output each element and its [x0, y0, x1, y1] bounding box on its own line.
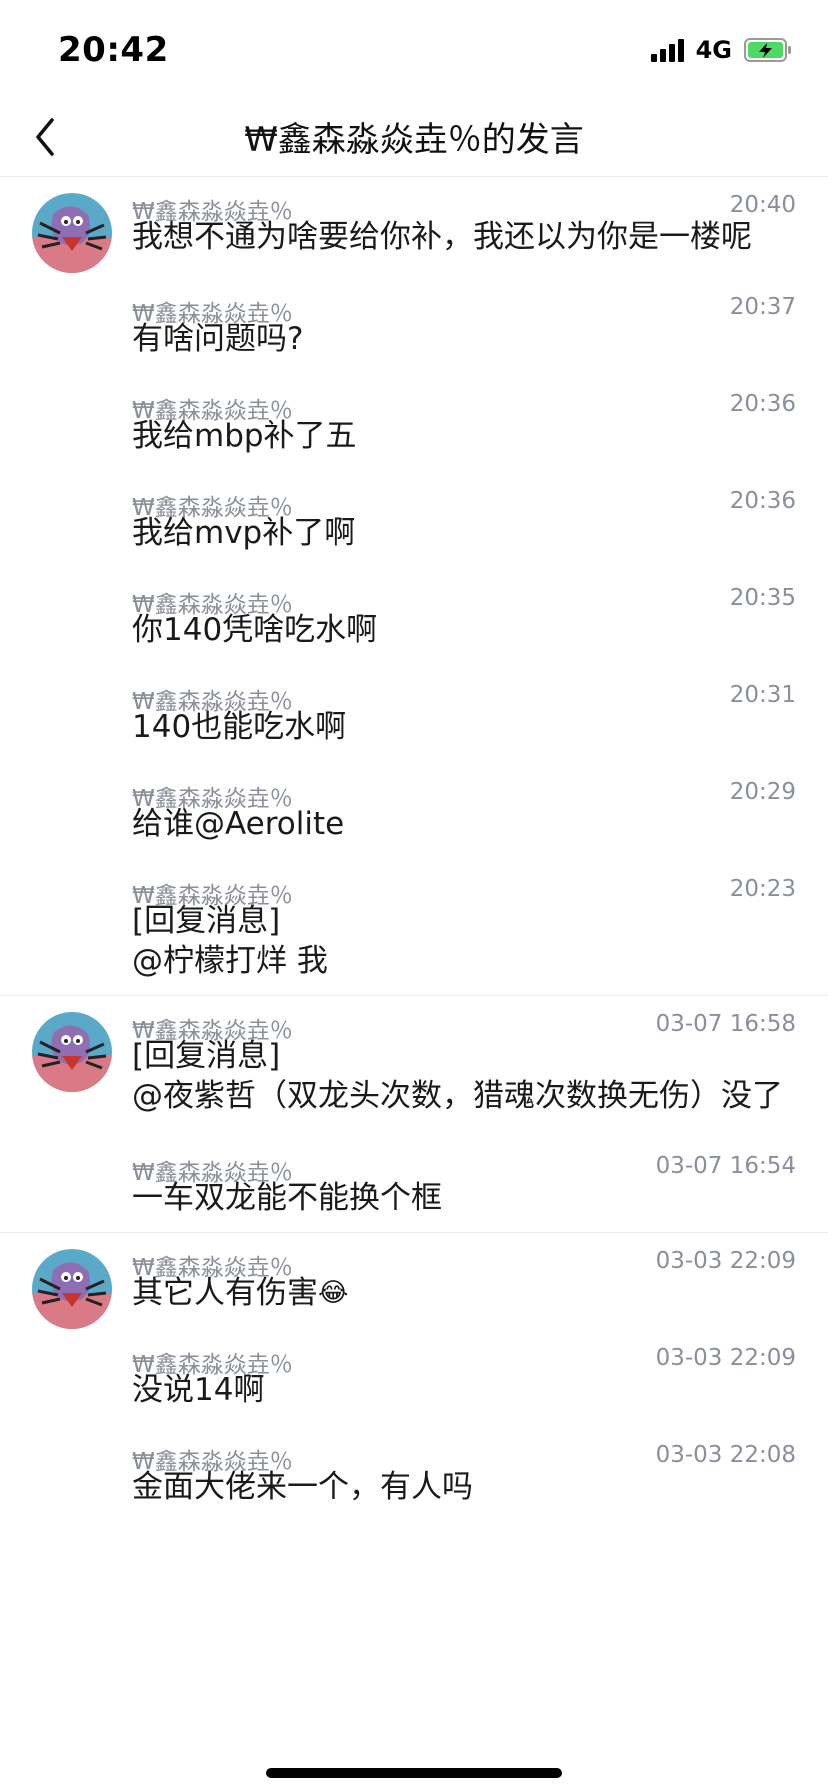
- avatar[interactable]: [32, 1249, 112, 1329]
- cellular-signal-icon: [650, 38, 684, 62]
- message-time: 20:40: [729, 192, 796, 218]
- message-author: ₩鑫森淼焱垚％: [132, 883, 293, 909]
- message-time: 03-07 16:54: [655, 1153, 796, 1179]
- message-item[interactable]: ₩鑫森淼焱垚％ 03-03 22:09 其它人有伤害😂: [132, 1233, 796, 1330]
- message-time: 03-03 22:09: [655, 1345, 796, 1371]
- status-time: 20:42: [58, 30, 169, 70]
- message-time: 20:29: [729, 779, 796, 805]
- message-author: ₩鑫森淼焱垚％: [132, 689, 293, 715]
- nav-header: ₩鑫森淼焱垚％的发言: [0, 100, 828, 177]
- message-item[interactable]: ₩鑫森淼焱垚％ 03-03 22:08 金面大佬来一个，有人吗: [132, 1427, 796, 1507]
- message-time: 03-03 22:08: [655, 1442, 796, 1468]
- message-time: 20:23: [729, 876, 796, 902]
- message-item[interactable]: ₩鑫森淼焱垚％ 03-03 22:09 没说14啊: [132, 1330, 796, 1427]
- message-text: [回复消息] @夜紫哲（双龙头次数，猎魂次数换无伤）没了: [132, 1038, 783, 1114]
- avatar-image-icon: [32, 193, 112, 273]
- message-author: ₩鑫森淼焱垚％: [132, 301, 293, 327]
- avatar-image-icon: [32, 1012, 112, 1092]
- message-time: 20:37: [729, 294, 796, 320]
- status-bar: 20:42 4G: [0, 0, 828, 100]
- status-indicators: 4G: [650, 36, 792, 64]
- message-author: ₩鑫森淼焱垚％: [132, 398, 293, 424]
- message-author: ₩鑫森淼焱垚％: [132, 495, 293, 521]
- message-author: ₩鑫森淼焱垚％: [132, 1018, 293, 1044]
- message-time: 03-03 22:09: [655, 1248, 796, 1274]
- message-item[interactable]: ₩鑫森淼焱垚％ 20:29 给谁@Aerolite: [132, 764, 796, 861]
- message-time: 20:31: [729, 682, 796, 708]
- network-type-label: 4G: [695, 36, 732, 64]
- message-author: ₩鑫森淼焱垚％: [132, 1449, 293, 1475]
- message-time: 03-07 16:58: [655, 1011, 796, 1037]
- home-indicator[interactable]: [266, 1768, 562, 1778]
- laughing-tears-emoji-icon: 😂: [318, 1278, 349, 1308]
- message-author: ₩鑫森淼焱垚％: [132, 199, 293, 225]
- message-list[interactable]: ₩鑫森淼焱垚％ 20:40 我想不通为啥要给你补，我还以为你是一楼呢 ₩鑫森淼焱垚…: [0, 177, 828, 1507]
- message-group: ₩鑫森淼焱垚％ 20:40 我想不通为啥要给你补，我还以为你是一楼呢 ₩鑫森淼焱垚…: [0, 177, 828, 996]
- message-author: ₩鑫森淼焱垚％: [132, 592, 293, 618]
- battery-charging-icon: [744, 38, 791, 62]
- message-author: ₩鑫森淼焱垚％: [132, 1352, 293, 1378]
- page-title: ₩鑫森淼焱垚％的发言: [244, 120, 584, 160]
- message-text: [回复消息] @柠檬打烊 我: [132, 903, 328, 979]
- avatar-image-icon: [32, 1249, 112, 1329]
- message-time: 20:35: [729, 585, 796, 611]
- message-item[interactable]: ₩鑫森淼焱垚％ 03-07 16:54 一车双龙能不能换个框: [132, 1138, 796, 1218]
- avatar[interactable]: [32, 1012, 112, 1092]
- message-item[interactable]: ₩鑫森淼焱垚％ 20:35 你140凭啥吃水啊: [132, 570, 796, 667]
- message-group: ₩鑫森淼焱垚％ 03-03 22:09 其它人有伤害😂 ₩鑫森淼焱垚％ 03-03 …: [0, 1233, 828, 1507]
- message-item[interactable]: ₩鑫森淼焱垚％ 20:23 [回复消息] @柠檬打烊 我: [132, 861, 796, 981]
- message-item[interactable]: ₩鑫森淼焱垚％ 03-07 16:58 [回复消息] @夜紫哲（双龙头次数，猎魂次…: [132, 996, 796, 1138]
- message-item[interactable]: ₩鑫森淼焱垚％ 20:36 我给mbp补了五: [132, 376, 796, 473]
- message-time: 20:36: [729, 391, 796, 417]
- message-time: 20:36: [729, 488, 796, 514]
- message-item[interactable]: ₩鑫森淼焱垚％ 20:31 140也能吃水啊: [132, 667, 796, 764]
- message-item[interactable]: ₩鑫森淼焱垚％ 20:37 有啥问题吗?: [132, 279, 796, 376]
- avatar[interactable]: [32, 193, 112, 273]
- message-group: ₩鑫森淼焱垚％ 03-07 16:58 [回复消息] @夜紫哲（双龙头次数，猎魂次…: [0, 996, 828, 1233]
- message-item[interactable]: ₩鑫森淼焱垚％ 20:36 我给mvp补了啊: [132, 473, 796, 570]
- message-author: ₩鑫森淼焱垚％: [132, 1160, 293, 1186]
- message-item[interactable]: ₩鑫森淼焱垚％ 20:40 我想不通为啥要给你补，我还以为你是一楼呢: [132, 177, 796, 279]
- message-author: ₩鑫森淼焱垚％: [132, 786, 293, 812]
- message-author: ₩鑫森淼焱垚％: [132, 1255, 293, 1281]
